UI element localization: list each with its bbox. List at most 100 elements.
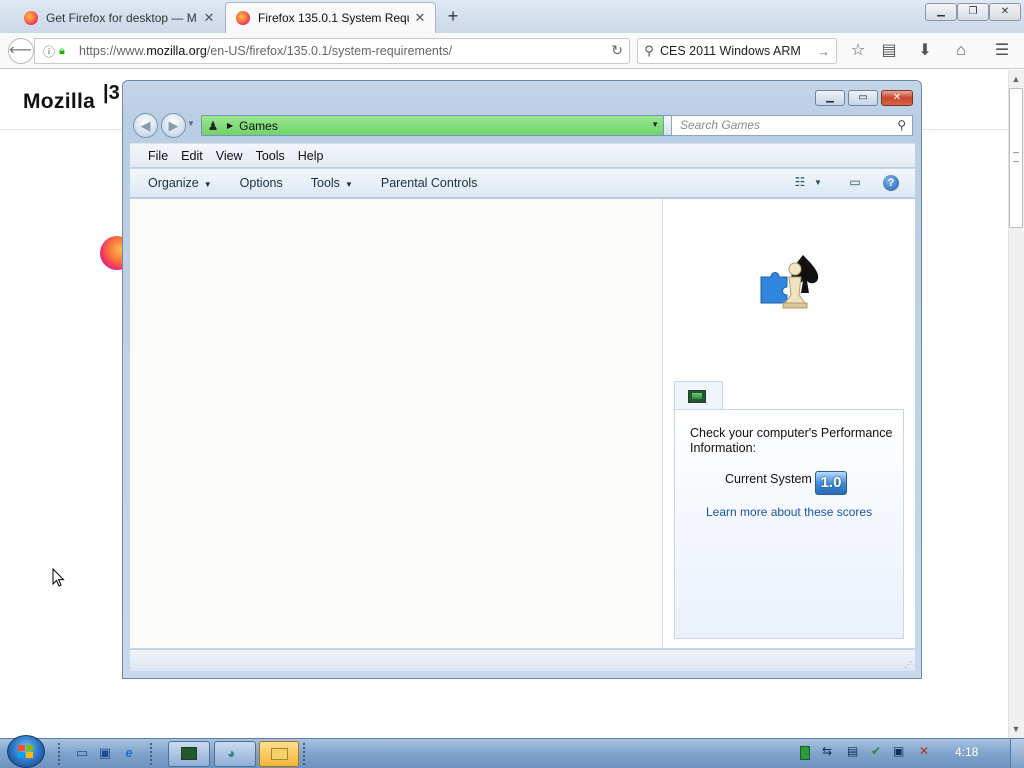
volume-muted-icon[interactable]: ✕ <box>919 744 929 758</box>
url-scheme: https://www. <box>79 44 147 58</box>
tab-system-requirements[interactable]: Firefox 135.0.1 System Requi ✕ <box>225 2 436 33</box>
close-tab-icon[interactable]: ✕ <box>413 10 427 26</box>
explorer-search-input[interactable]: Search Games ⚲ <box>671 115 913 136</box>
search-input[interactable]: ⚲ CES 2011 Windows ARM → <box>637 38 837 64</box>
search-icon: ⚲ <box>644 43 654 58</box>
folder-icon <box>271 748 288 760</box>
search-placeholder: Search Games <box>680 118 761 132</box>
taskbar-network-button[interactable]: ◕ <box>214 741 256 767</box>
new-tab-button[interactable]: + <box>441 5 465 27</box>
games-chess-puzzle-icon <box>760 255 819 309</box>
back-icon[interactable]: ⟵ <box>8 38 34 64</box>
breadcrumb-games[interactable]: Games <box>239 119 278 133</box>
show-desktop-button[interactable] <box>1010 739 1024 768</box>
games-list-pane[interactable] <box>130 199 663 648</box>
games-explorer-window: ▁ ▭ ✕ ◀ ▶ ▼ ♟ ▶ Games ▼ ✕ Search Games ⚲… <box>122 80 922 679</box>
menu-help[interactable]: Help <box>298 149 324 163</box>
monitor-icon <box>688 390 706 403</box>
menu-view[interactable]: View <box>216 149 243 163</box>
views-icon[interactable]: ☷ <box>791 175 809 191</box>
search-icon[interactable]: ⚲ <box>897 116 906 135</box>
tab-get-firefox[interactable]: Get Firefox for desktop — M ✕ <box>14 2 224 33</box>
url-path: /en-US/firefox/135.0.1/system-requiremen… <box>206 44 453 58</box>
scroll-down-arrow-icon[interactable]: ▼ <box>1008 721 1024 737</box>
explorer-minimize-button[interactable]: ▁ <box>815 90 845 106</box>
performance-tab[interactable] <box>674 381 723 410</box>
bookmark-star-icon[interactable]: ☆ <box>846 40 870 62</box>
taskbar-clock[interactable]: 4:18 <box>955 745 978 759</box>
explorer-maximize-button[interactable]: ▭ <box>848 90 878 106</box>
help-icon[interactable]: ? <box>883 175 899 191</box>
preview-pane-icon[interactable]: ▭ <box>846 175 864 191</box>
close-tab-icon[interactable]: ✕ <box>202 10 216 26</box>
search-value: CES 2011 Windows ARM <box>660 44 801 58</box>
organize-label: Organize <box>148 176 199 190</box>
chevron-down-icon: ▼ <box>344 180 353 189</box>
current-system-label: Current System <box>725 472 812 486</box>
download-icon[interactable]: ⬇ <box>913 40 937 62</box>
firefox-icon <box>236 11 250 25</box>
parental-controls-button[interactable]: Parental Controls <box>381 176 478 190</box>
go-arrow-icon[interactable]: → <box>817 44 830 59</box>
browser-close-button[interactable]: ✕ <box>989 3 1021 21</box>
mozilla-logo[interactable]: Mozilla <box>23 90 95 114</box>
security-shield-icon[interactable]: ✔ <box>871 744 881 758</box>
games-folder-icon: ♟ <box>207 118 219 133</box>
mouse-cursor-icon <box>52 568 65 587</box>
status-bar: ⋰ <box>130 649 915 671</box>
menu-icon[interactable]: ☰ <box>990 40 1014 62</box>
parental-controls-label: Parental Controls <box>380 176 478 190</box>
menu-edit[interactable]: Edit <box>181 149 203 163</box>
lock-icon: 🔒︎ <box>59 44 65 57</box>
back-button[interactable]: ◀ <box>133 113 158 138</box>
views-dropdown-icon[interactable]: ▼ <box>813 175 823 191</box>
options-button[interactable]: Options <box>240 176 283 190</box>
menu-file[interactable]: File <box>148 149 168 163</box>
network-tray-icon[interactable]: ⇆ <box>822 744 832 758</box>
switch-windows-icon[interactable]: ▣ <box>97 745 113 761</box>
scroll-up-arrow-icon[interactable]: ▲ <box>1008 71 1024 87</box>
taskbar-explorer-button[interactable] <box>259 741 299 767</box>
home-icon[interactable]: ⌂ <box>949 40 973 62</box>
mozilla-logo-fragment: |3 <box>103 82 120 104</box>
taskbar-grip[interactable] <box>150 743 156 765</box>
url-bar[interactable]: ⓘ 🔒︎ https://www. mozilla.org/en-US/firef… <box>34 38 630 64</box>
internet-explorer-icon[interactable]: e <box>121 745 137 761</box>
clipboard-icon[interactable]: ▤ <box>847 744 858 758</box>
address-bar[interactable]: ♟ ▶ Games ▼ <box>201 115 664 136</box>
learn-more-link[interactable]: Learn more about these scores <box>706 505 872 519</box>
tray-status-icon[interactable] <box>800 746 810 760</box>
base-score-badge: 1.0 <box>815 471 847 495</box>
start-button[interactable] <box>7 735 45 768</box>
navigation-toolbar: ⟵ ⓘ 🔒︎ https://www. mozilla.org/en-US/fir… <box>0 33 1024 69</box>
performance-message: Check your computer's Performance Inform… <box>690 426 893 455</box>
tab-title: Firefox 135.0.1 System Requi <box>258 11 409 25</box>
chevron-down-icon: ▼ <box>203 180 212 189</box>
windows-flag-icon <box>18 745 34 759</box>
display-icon[interactable]: ▣ <box>893 744 904 758</box>
recent-pages-dropdown[interactable]: ▼ <box>187 119 195 128</box>
quick-launch-grip[interactable] <box>58 743 64 765</box>
network-icon: ◕ <box>227 745 236 761</box>
forward-button[interactable]: ▶ <box>161 113 186 138</box>
firefox-icon <box>24 10 38 25</box>
explorer-close-button[interactable]: ✕ <box>881 90 913 106</box>
menu-tools[interactable]: Tools <box>256 149 285 163</box>
reading-list-icon[interactable]: ▤ <box>877 40 901 62</box>
breadcrumb-arrow-icon[interactable]: ▶ <box>227 121 233 130</box>
browser-restore-button[interactable]: ❐ <box>957 3 989 21</box>
organize-button[interactable]: Organize ▼ <box>148 176 212 190</box>
reload-icon[interactable]: ↻ <box>611 42 623 59</box>
system-tray: ⇆ ▤ ✔ ▣ ✕ <box>793 742 943 766</box>
tab-title: Get Firefox for desktop — M <box>46 10 197 25</box>
tools-label: Tools <box>310 176 340 190</box>
monitor-icon <box>181 747 197 760</box>
scrollbar-grip <box>1013 152 1019 162</box>
browser-minimize-button[interactable]: ▁ <box>925 3 957 21</box>
tools-button[interactable]: Tools ▼ <box>311 176 353 190</box>
resize-grip-icon[interactable]: ⋰ <box>904 660 912 669</box>
info-icon[interactable]: ⓘ <box>39 43 59 60</box>
address-dropdown-icon[interactable]: ▼ <box>651 120 659 129</box>
show-desktop-icon[interactable]: ▭ <box>74 745 90 761</box>
taskbar-performance-button[interactable] <box>168 741 210 767</box>
